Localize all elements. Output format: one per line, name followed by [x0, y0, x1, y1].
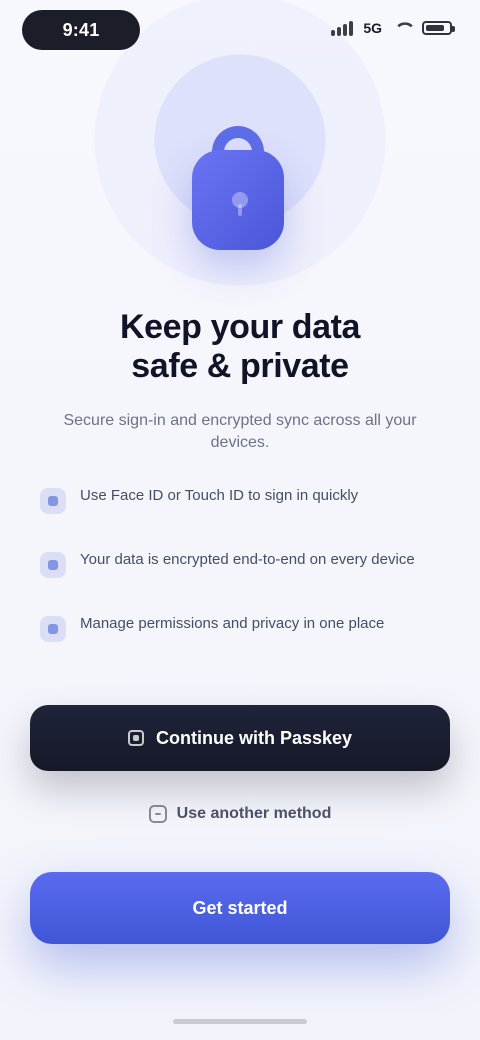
key-icon: [127, 730, 144, 746]
feature-text: Manage permissions and privacy in one pl…: [80, 615, 385, 632]
feature-text: Your data is encrypted end-to-end on eve…: [80, 551, 415, 568]
feature-list: Use Face ID or Touch ID to sign in quick…: [40, 486, 440, 642]
title-line-2: safe & private: [131, 347, 349, 386]
status-time: 9:41: [22, 10, 140, 50]
page-title: Keep your data safe & private: [60, 308, 420, 386]
signal-icon: [331, 20, 354, 36]
passkey-button-label: Continue with Passkey: [155, 727, 353, 748]
feature-text: Use Face ID or Touch ID to sign in quick…: [80, 487, 359, 504]
auth-onboarding-screen: 9:41 5G Keep your data safe & private Se…: [0, 0, 480, 1040]
status-bar: 9:41 5G: [0, 0, 480, 64]
lock-illustration: [180, 120, 300, 250]
settings-icon: [40, 616, 66, 642]
network-label: 5G: [363, 20, 382, 36]
status-icons: 5G: [331, 20, 455, 36]
check-icon: [40, 488, 66, 514]
lock-keyhole: [232, 192, 248, 216]
feature-item: Use Face ID or Touch ID to sign in quick…: [40, 486, 440, 514]
home-indicator: [173, 1019, 307, 1024]
get-started-button[interactable]: Get started: [30, 872, 450, 944]
title-line-1: Keep your data: [119, 308, 361, 346]
menu-icon: [148, 805, 167, 823]
alternate-signin-link[interactable]: Use another method: [0, 805, 480, 823]
page-subtitle: Secure sign-in and encrypted sync across…: [63, 412, 417, 451]
alternate-signin-label: Use another method: [176, 805, 332, 822]
feature-item: Your data is encrypted end-to-end on eve…: [40, 550, 440, 578]
feature-item: Manage permissions and privacy in one pl…: [40, 614, 440, 642]
shield-icon: [40, 552, 66, 578]
passkey-button[interactable]: Continue with Passkey: [30, 705, 450, 771]
wifi-icon: [392, 21, 412, 35]
get-started-label: Get started: [192, 897, 288, 918]
battery-icon: [422, 21, 455, 35]
